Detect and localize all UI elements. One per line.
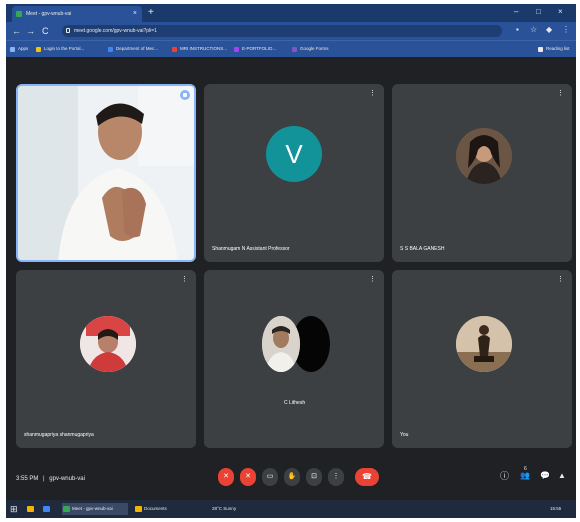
participant-tile[interactable]: ⋮ shanmugapriya shanmugapriya xyxy=(16,270,196,448)
weather-widget[interactable]: 28°C Sunny xyxy=(212,503,236,515)
bookmark-icon xyxy=(108,47,113,52)
bookmark-google-forms[interactable]: Google Forms xyxy=(292,44,329,54)
reload-button[interactable]: C xyxy=(42,25,49,37)
leave-call-button[interactable]: ☎ xyxy=(355,468,379,486)
profile-photo xyxy=(80,316,136,372)
raise-hand-button[interactable]: ✋ xyxy=(284,468,300,486)
participant-name: C Lithesh xyxy=(284,400,306,406)
participant-name: Shanmugam N Assistant Professor xyxy=(212,246,290,252)
new-tab-button[interactable]: + xyxy=(148,7,154,19)
star-icon[interactable]: ☆ xyxy=(530,26,538,34)
more-options-icon[interactable]: ⋮ xyxy=(369,90,376,98)
app-icon xyxy=(43,506,50,512)
chat-button[interactable]: 💬 xyxy=(540,470,550,482)
more-options-icon[interactable]: ⋮ xyxy=(369,276,376,284)
folder-icon xyxy=(135,506,142,512)
participant-name: shanmugapriya shanmugapriya xyxy=(24,432,94,438)
profile-photo xyxy=(456,128,512,184)
bookmark-icon xyxy=(36,47,41,52)
profile-photo xyxy=(456,316,512,372)
participant-tile[interactable]: ⋮ You xyxy=(392,270,572,448)
participant-name: You xyxy=(400,432,409,438)
more-options-icon[interactable]: ⋮ xyxy=(181,276,188,284)
meeting-time: 3:55 PM xyxy=(16,476,39,482)
taskbar-clock[interactable]: 15:55 xyxy=(550,503,561,515)
avatar xyxy=(456,128,512,184)
bookmark-icon xyxy=(234,47,239,52)
forward-button[interactable]: → xyxy=(26,25,35,37)
camera-permission-icon[interactable]: ▪ xyxy=(516,26,524,34)
avatar xyxy=(80,316,136,372)
present-button[interactable]: ⊡ xyxy=(306,468,322,486)
camera-off-icon: ✕ xyxy=(245,473,251,480)
participant-tile[interactable]: ⋮ C Lithesh xyxy=(204,270,384,448)
tab-meet[interactable]: Meet - gpv-wnub-vai × xyxy=(12,6,142,22)
meeting-code: gpv-wnub-vai xyxy=(49,476,85,482)
bookmark-eportfolio[interactable]: E-PORTFOLIO... xyxy=(234,44,276,54)
bookmark-icon xyxy=(172,47,177,52)
bookmark-mri[interactable]: MRI INSTRUCTIONS... xyxy=(172,44,227,54)
more-options-icon[interactable]: ⋮ xyxy=(557,90,564,98)
browser-tab-bar: Meet - gpv-wnub-vai × + – □ × xyxy=(6,4,576,22)
hand-icon: ✋ xyxy=(287,473,297,480)
camera-off-button[interactable]: ✕ xyxy=(240,468,256,486)
reading-list-icon xyxy=(538,47,543,52)
avatar xyxy=(456,316,512,372)
participant-tile[interactable]: ⋮ V Shanmugam N Assistant Professor xyxy=(204,84,384,262)
reading-list[interactable]: Reading list xyxy=(538,44,570,54)
captions-icon: ▭ xyxy=(266,473,274,480)
participant-tile[interactable]: ⋮ S S BALA GANESH xyxy=(392,84,572,262)
minimize-button[interactable]: – xyxy=(514,6,518,18)
taskbar-app[interactable] xyxy=(26,503,38,515)
avatar xyxy=(262,316,300,372)
meet-favicon-icon xyxy=(16,11,22,17)
taskbar-app[interactable] xyxy=(42,503,54,515)
participant-video xyxy=(18,86,194,260)
lock-icon xyxy=(66,28,70,33)
avatar-letter: V xyxy=(285,139,303,169)
more-options-button[interactable]: ⋮ xyxy=(328,468,344,486)
phone-icon: ☎ xyxy=(362,472,372,481)
speaking-indicator-icon xyxy=(180,90,190,100)
people-count-badge: 6 xyxy=(524,466,527,472)
tab-close-icon[interactable]: × xyxy=(133,6,137,22)
mic-off-icon: ✕ xyxy=(223,473,229,480)
app-icon xyxy=(27,506,34,512)
meeting-info-button[interactable]: ⓘ xyxy=(500,470,509,482)
bookmark-portal[interactable]: Login to the Portal... xyxy=(36,44,84,54)
profile-photo xyxy=(262,316,300,372)
taskbar-documents[interactable]: Documents xyxy=(134,503,190,515)
bookmark-department[interactable]: Department of Mec... xyxy=(108,44,158,54)
captions-button[interactable]: ▭ xyxy=(262,468,278,486)
back-button[interactable]: ← xyxy=(12,25,21,37)
apps-icon xyxy=(10,47,15,52)
maximize-button[interactable]: □ xyxy=(536,6,541,18)
extensions-icon[interactable]: ◆ xyxy=(546,26,554,34)
os-taskbar: ⊞ Meet - gpv-wnub-vai Documents 28°C Sun… xyxy=(6,500,576,518)
bookmark-apps[interactable]: Apps xyxy=(10,44,28,54)
taskbar-chrome-meet[interactable]: Meet - gpv-wnub-vai xyxy=(62,503,128,515)
more-options-icon[interactable]: ⋮ xyxy=(557,276,564,284)
bookmarks-bar: Apps Login to the Portal... Department o… xyxy=(6,40,576,57)
chrome-icon xyxy=(63,506,70,512)
start-button[interactable]: ⊞ xyxy=(10,503,18,515)
participant-tile-video[interactable] xyxy=(16,84,196,262)
address-bar[interactable]: meet.google.com/gpv-wnub-vai?pli=1 xyxy=(62,25,502,37)
meeting-separator: | xyxy=(43,476,45,482)
present-icon: ⊡ xyxy=(311,473,317,480)
avatar: V xyxy=(266,126,322,182)
close-window-button[interactable]: × xyxy=(558,6,563,18)
menu-icon[interactable]: ⋮ xyxy=(562,26,570,34)
participant-name: S S BALA GANESH xyxy=(400,246,445,252)
activities-button[interactable]: ▲ xyxy=(558,470,566,482)
browser-toolbar: ← → C meet.google.com/gpv-wnub-vai?pli=1… xyxy=(6,22,576,40)
meeting-details: 3:55 PM | gpv-wnub-vai xyxy=(16,474,85,484)
screen: Meet - gpv-wnub-vai × + – □ × ← → C meet… xyxy=(6,4,576,518)
google-forms-icon xyxy=(292,47,297,52)
microphone-off-button[interactable]: ✕ xyxy=(218,468,234,486)
url-text: meet.google.com/gpv-wnub-vai?pli=1 xyxy=(74,28,157,34)
people-button[interactable]: 👥 6 xyxy=(520,466,530,482)
more-icon: ⋮ xyxy=(332,473,340,480)
tab-title: Meet - gpv-wnub-vai xyxy=(26,11,72,17)
